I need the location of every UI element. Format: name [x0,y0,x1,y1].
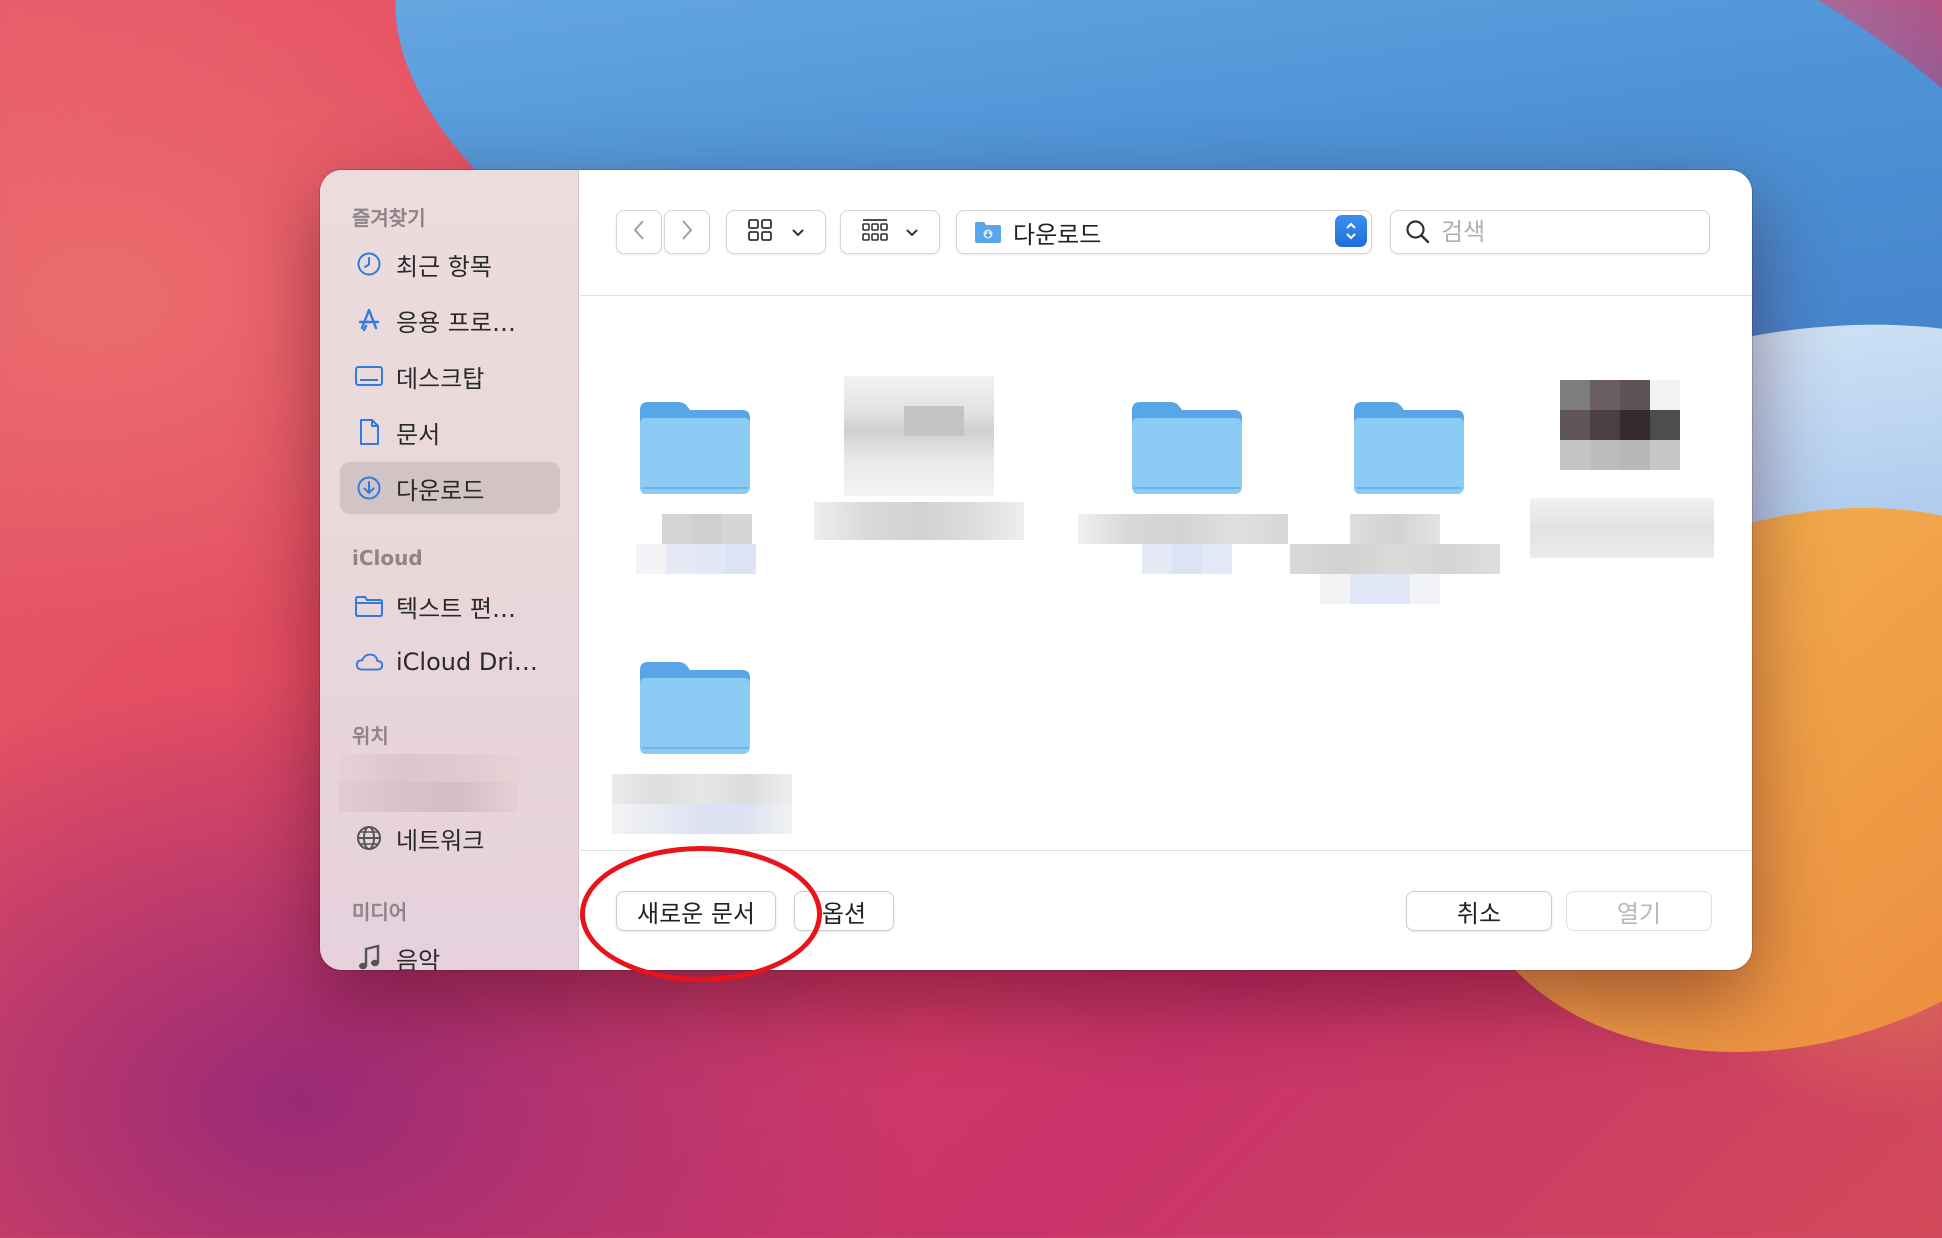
redacted-filename [636,544,756,574]
image-thumbnail-detail [904,406,964,436]
sidebar-item-label: 텍스트 편… [396,594,516,623]
annotation-highlight-circle [580,846,822,982]
sidebar-item-icloud-drive[interactable]: iCloud Dri… [340,636,560,688]
redacted-filename [612,774,792,804]
forward-button[interactable] [664,210,710,254]
open-button[interactable]: 열기 [1566,891,1712,931]
chevron-down-icon [791,223,805,242]
image-thumbnail [844,376,994,496]
sidebar-item-textedit[interactable]: 텍스트 편… [340,580,560,632]
sidebar-section-icloud: iCloud [352,546,423,570]
app-store-icon [354,305,384,335]
grid-icon [747,218,773,246]
sidebar-item-label: 문서 [396,420,441,449]
chevron-down-icon [905,223,919,242]
chevron-right-icon [680,218,694,246]
folder-icon [1132,402,1242,494]
sidebar-item-label: 응용 프로… [396,308,516,337]
sidebar-item-documents[interactable]: 문서 [340,406,560,458]
location-popup[interactable]: 다운로드 [956,210,1372,254]
file-browser [578,296,1752,850]
search-field[interactable] [1390,210,1710,254]
sidebar-item-downloads[interactable]: 다운로드 [340,462,560,514]
redacted-filename [1320,574,1440,604]
location-popup-label: 다운로드 [1013,220,1102,249]
sidebar-section-media: 미디어 [352,900,408,924]
folder-icon [354,591,384,621]
sidebar-item-label: 최근 항목 [396,252,492,281]
sidebar-item-applications[interactable]: 응용 프로… [340,294,560,346]
file-item[interactable] [626,336,806,574]
file-item[interactable] [612,596,796,834]
folder-icon [640,402,750,494]
up-down-stepper-icon [1335,215,1367,247]
redacted-filename [1290,544,1500,574]
chevron-left-icon [632,218,646,246]
folder-icon [640,662,750,754]
file-item[interactable] [1290,336,1500,604]
download-icon [354,473,384,503]
network-globe-icon [354,823,384,853]
redacted-filename [814,502,1024,540]
sidebar-item-label: 네트워크 [396,826,485,855]
document-icon [354,417,384,447]
sidebar-section-favorites: 즐겨찾기 [352,206,426,230]
clock-icon [354,249,384,279]
image-thumbnail [1560,380,1680,470]
downloads-folder-icon [973,219,1003,245]
file-item[interactable] [1530,336,1714,558]
redacted-filename [1530,498,1714,558]
redacted-filename [1350,514,1440,544]
sidebar-item-label: 데스크탑 [396,364,485,393]
redacted-location-item[interactable] [338,754,538,812]
redacted-filename [612,804,792,834]
cloud-icon [354,647,384,677]
cancel-button[interactable]: 취소 [1406,891,1552,931]
file-item[interactable] [1078,336,1288,574]
group-button[interactable] [840,210,940,254]
search-input[interactable] [1439,217,1683,247]
sidebar-item-network[interactable]: 네트워크 [340,812,560,864]
file-item[interactable] [814,336,1024,556]
open-file-dialog: 즐겨찾기 최근 항목 응용 프로… 데스크탑 문서 다운로드 iCloud 텍스… [320,170,1752,970]
sidebar-item-recents[interactable]: 최근 항목 [340,238,560,290]
music-note-icon [354,943,384,970]
redacted-filename [662,514,752,544]
search-icon [1405,219,1431,245]
toolbar: 다운로드 [578,170,1752,296]
view-mode-button[interactable] [726,210,826,254]
sidebar-section-locations: 위치 [352,724,389,748]
sidebar-item-label: 다운로드 [396,476,485,505]
sidebar-item-label: 음악 [396,946,441,971]
group-grid-icon [861,217,889,247]
sidebar: 즐겨찾기 최근 항목 응용 프로… 데스크탑 문서 다운로드 iCloud 텍스… [320,170,579,970]
folder-icon [1354,402,1464,494]
sidebar-item-music[interactable]: 음악 [340,932,560,970]
redacted-filename [1142,544,1232,574]
back-button[interactable] [616,210,662,254]
desktop-icon [354,361,384,391]
sidebar-item-desktop[interactable]: 데스크탑 [340,350,560,402]
redacted-filename [1078,514,1288,544]
sidebar-item-label: iCloud Dri… [396,648,538,676]
